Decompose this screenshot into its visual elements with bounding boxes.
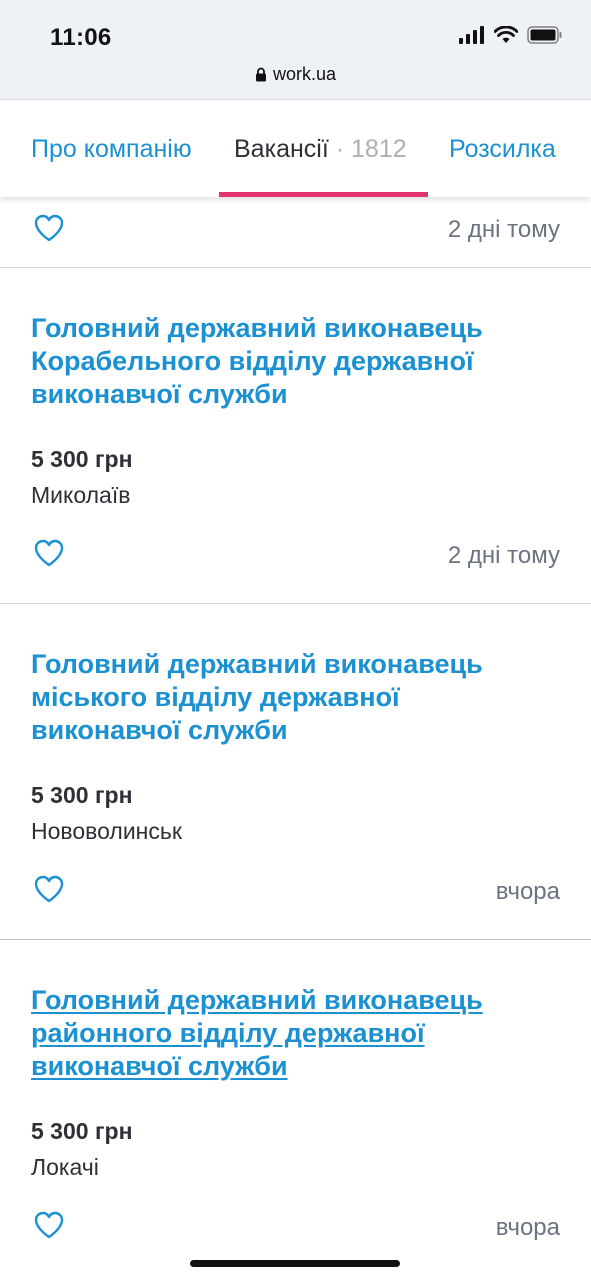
vacancy-card: Головний державний виконавець районного …: [0, 940, 591, 1275]
lock-icon: [255, 67, 266, 82]
active-tab-indicator: [219, 192, 428, 197]
vacancy-list: 2 дні тому Головний державний виконавець…: [0, 197, 591, 1275]
vacancy-title[interactable]: Головний державний виконавець міського в…: [31, 648, 551, 747]
posted-date: вчора: [495, 878, 560, 905]
tab-about-company[interactable]: Про компанію: [31, 135, 192, 164]
vacancy-city: Миколаїв: [31, 482, 131, 508]
url-text: work.ua: [272, 64, 337, 84]
wifi-icon: [494, 26, 518, 43]
status-time: 11:06: [50, 24, 112, 51]
company-tabs: Про компанію Вакансії · 1812 Розсилка: [0, 101, 591, 197]
vacancy-city: Локачі: [31, 1154, 99, 1180]
url-bar[interactable]: work.ua: [0, 64, 591, 85]
tab-vacancies[interactable]: Вакансії · 1812: [234, 135, 407, 164]
posted-date: 2 дні тому: [447, 542, 560, 569]
vacancy-card: Головний державний виконавець Корабельно…: [0, 268, 591, 603]
heart-icon[interactable]: [33, 538, 65, 568]
vacancy-salary: 5 300 грн: [31, 1118, 133, 1144]
heart-icon[interactable]: [33, 1210, 65, 1240]
posted-date: вчора: [495, 1214, 560, 1241]
home-indicator[interactable]: [190, 1260, 400, 1267]
browser-chrome: 11:06 work.ua: [0, 0, 591, 100]
vacancy-title[interactable]: Головний державний виконавець Корабельно…: [31, 312, 551, 411]
vacancy-card: Головний державний виконавець міського в…: [0, 604, 591, 939]
posted-date: 2 дні тому: [447, 216, 560, 243]
tab-vacancies-count: · 1812: [335, 135, 407, 163]
vacancy-title[interactable]: Головний державний виконавець районного …: [31, 984, 551, 1083]
heart-icon[interactable]: [33, 213, 65, 243]
tab-mailing[interactable]: Розсилка: [449, 135, 556, 164]
signal-icon: [459, 26, 484, 44]
page: 11:06 work.ua Про компанію Вакансії · 18…: [0, 0, 591, 1280]
status-icons: [459, 26, 563, 44]
vacancy-city: Нововолинськ: [31, 818, 182, 844]
vacancy-salary: 5 300 грн: [31, 446, 133, 472]
tab-vacancies-label: Вакансії: [234, 135, 329, 163]
vacancy-salary: 5 300 грн: [31, 782, 133, 808]
battery-icon: [527, 26, 562, 44]
heart-icon[interactable]: [33, 874, 65, 904]
list-item-footer: 2 дні тому: [0, 197, 591, 267]
